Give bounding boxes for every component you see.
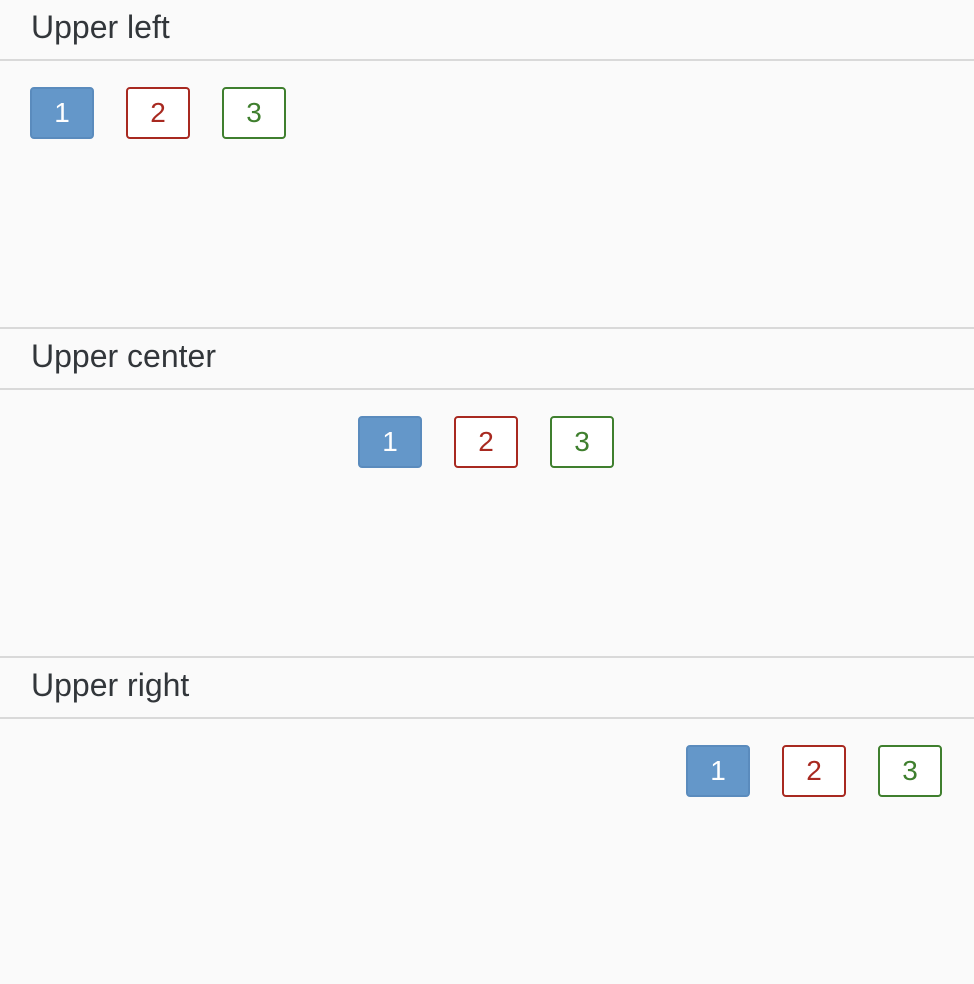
button-group: 1 2 3 — [686, 745, 942, 797]
panel-body: 1 2 3 — [0, 390, 974, 656]
panel-header: Upper right — [0, 658, 974, 719]
page: Upper left 1 2 3 Upper center 1 2 3 Uppe… — [0, 0, 974, 984]
panel-upper-center: Upper center 1 2 3 — [0, 329, 974, 658]
panel-title: Upper left — [31, 8, 170, 45]
button-group: 1 2 3 — [358, 416, 614, 468]
button-3[interactable]: 3 — [878, 745, 942, 797]
panel-header: Upper center — [0, 329, 974, 390]
panel-body: 1 2 3 — [0, 719, 974, 984]
button-2[interactable]: 2 — [126, 87, 190, 139]
panel-upper-left: Upper left 1 2 3 — [0, 0, 974, 329]
button-1[interactable]: 1 — [30, 87, 94, 139]
panel-title: Upper center — [31, 337, 216, 374]
button-2[interactable]: 2 — [782, 745, 846, 797]
button-2[interactable]: 2 — [454, 416, 518, 468]
panel-upper-right: Upper right 1 2 3 — [0, 658, 974, 984]
panel-body: 1 2 3 — [0, 61, 974, 327]
button-3[interactable]: 3 — [550, 416, 614, 468]
panel-title: Upper right — [31, 666, 190, 703]
button-group: 1 2 3 — [30, 87, 286, 139]
button-1[interactable]: 1 — [686, 745, 750, 797]
panel-header: Upper left — [0, 0, 974, 61]
button-3[interactable]: 3 — [222, 87, 286, 139]
button-1[interactable]: 1 — [358, 416, 422, 468]
